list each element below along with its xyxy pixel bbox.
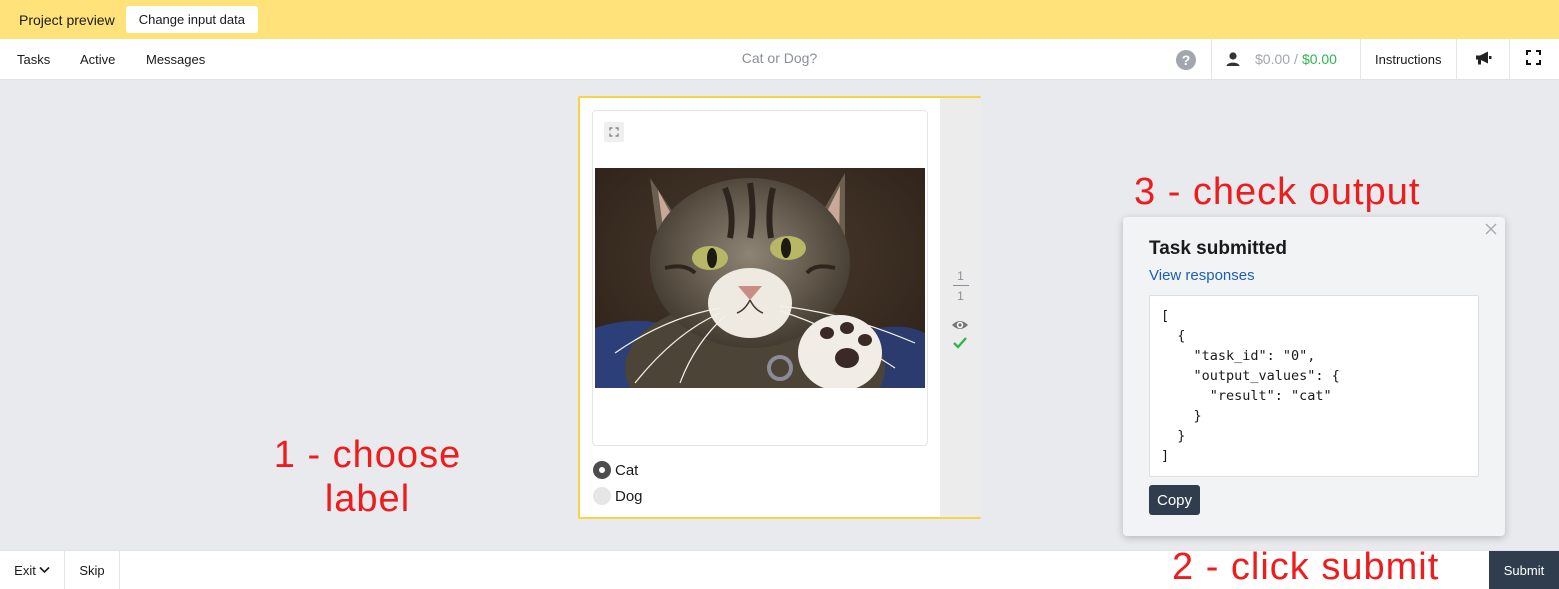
annotation-step-1-line-1: 1 - choose [273, 434, 462, 476]
earnings-pending: $0.00 [1255, 51, 1291, 67]
nav-messages-link[interactable]: Messages [146, 52, 205, 67]
check-icon [953, 337, 967, 349]
top-navigation: Tasks Active Messages Cat or Dog? ? $0.0… [0, 39, 1559, 80]
annotation-step-3: 3 - check output [1134, 171, 1421, 213]
earnings-display: $0.00/$0.00 [1255, 51, 1337, 67]
option-dog[interactable]: Dog [593, 487, 643, 505]
divider [1360, 39, 1361, 79]
skip-button[interactable]: Skip [65, 551, 120, 589]
cat-image [595, 168, 925, 388]
option-label-cat: Cat [615, 461, 639, 479]
task-counter: 1 1 [940, 268, 981, 304]
radio-cat-selected[interactable] [593, 461, 611, 479]
project-preview-bar: Project preview Change input data [0, 0, 1559, 39]
help-circle-icon[interactable]: ? [1176, 50, 1196, 70]
annotation-step-1: 1 - choose label [271, 433, 464, 521]
option-cat[interactable]: Cat [593, 461, 638, 479]
option-label-dog: Dog [615, 487, 643, 505]
earnings-separator: / [1294, 51, 1298, 67]
submit-button[interactable]: Submit [1489, 551, 1559, 589]
task-side-panel: 1 1 [940, 98, 981, 517]
panel-title: Task submitted [1149, 238, 1287, 259]
earnings-total: $0.00 [1301, 51, 1337, 67]
project-preview-label: Project preview [19, 11, 115, 28]
chevron-down-icon [39, 566, 50, 574]
radio-dog[interactable] [593, 487, 611, 505]
instructions-link[interactable]: Instructions [1375, 52, 1441, 67]
annotation-step-1-line-2: label [324, 478, 411, 520]
divider [1456, 39, 1457, 79]
expand-image-button[interactable] [604, 122, 624, 142]
counter-total: 1 [957, 289, 964, 303]
fullscreen-icon[interactable] [1526, 50, 1541, 65]
counter-current: 1 [957, 269, 964, 283]
nav-tasks-link[interactable]: Tasks [17, 52, 50, 67]
output-json-box: [ { "task_id": "0", "output_values": { "… [1149, 295, 1479, 477]
exit-label: Exit [14, 562, 36, 578]
annotation-step-2: 2 - click submit [1172, 546, 1440, 588]
nav-active-link[interactable]: Active [80, 52, 115, 67]
view-responses-link[interactable]: View responses [1149, 267, 1255, 284]
megaphone-icon[interactable] [1474, 50, 1492, 66]
copy-button[interactable]: Copy [1149, 485, 1200, 515]
counter-divider [952, 285, 969, 286]
image-frame [592, 110, 928, 446]
output-json-text: [ { "task_id": "0", "output_values": { "… [1161, 308, 1340, 464]
task-card: Cat Dog 1 1 [578, 96, 981, 519]
change-input-data-button[interactable]: Change input data [125, 6, 258, 33]
divider [1509, 39, 1510, 79]
exit-button[interactable]: Exit [0, 551, 65, 589]
expand-icon [609, 127, 619, 137]
task-submitted-panel: Task submitted View responses [ { "task_… [1123, 217, 1505, 536]
eye-icon[interactable] [951, 318, 969, 332]
user-icon[interactable] [1225, 51, 1241, 67]
divider [1211, 39, 1212, 79]
close-icon[interactable] [1484, 222, 1498, 236]
